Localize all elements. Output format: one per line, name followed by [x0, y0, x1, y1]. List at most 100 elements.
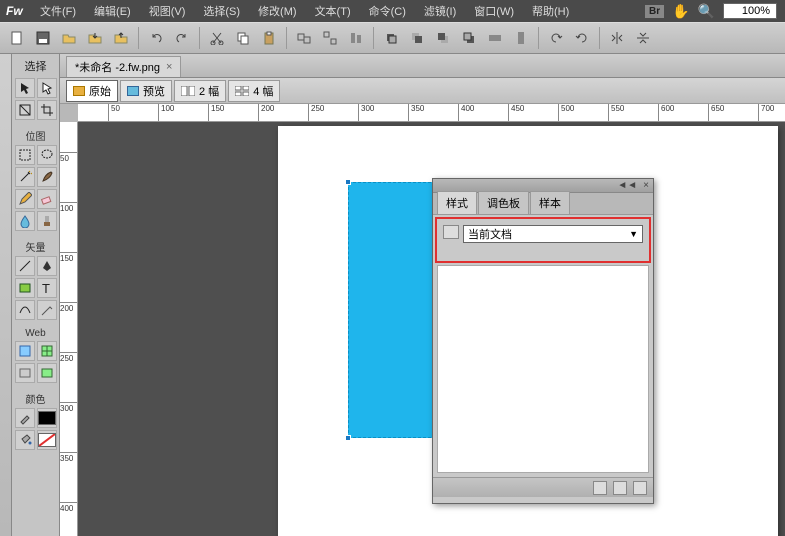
rect-tool[interactable] — [15, 278, 35, 298]
document-icon — [443, 225, 459, 239]
redo-button[interactable] — [171, 27, 193, 49]
main-toolbar — [0, 22, 785, 54]
styles-panel[interactable]: ◄◄ × 样式 调色板 样本 当前文档▼ — [432, 178, 654, 504]
menu-view[interactable]: 视图(V) — [141, 1, 194, 21]
lasso-tool[interactable] — [37, 145, 57, 165]
menu-command[interactable]: 命令(C) — [361, 1, 414, 21]
delete-style-icon[interactable] — [633, 481, 647, 495]
panel-close-icon[interactable]: × — [643, 180, 649, 191]
pencil-tool[interactable] — [15, 189, 35, 209]
wand-tool[interactable] — [15, 167, 35, 187]
panel-tab-styles[interactable]: 样式 — [437, 191, 477, 214]
send-back-button[interactable] — [458, 27, 480, 49]
hand-icon[interactable]: ✋ — [672, 3, 689, 20]
arrange2-button[interactable] — [510, 27, 532, 49]
tools-select-label: 选择 — [25, 56, 47, 78]
slice-tool[interactable] — [37, 341, 57, 361]
flip-v-button[interactable] — [632, 27, 654, 49]
menu-help[interactable]: 帮助(H) — [524, 1, 577, 21]
rotate-right-button[interactable] — [571, 27, 593, 49]
fill-color[interactable] — [37, 430, 57, 450]
ungroup-button[interactable] — [319, 27, 341, 49]
bring-forward-button[interactable] — [406, 27, 428, 49]
panel-highlighted-row: 当前文档▼ — [435, 217, 651, 263]
eyedropper-tool[interactable] — [15, 408, 35, 428]
undo-button[interactable] — [145, 27, 167, 49]
styles-list[interactable] — [437, 265, 649, 473]
panel-collapse-icon[interactable]: ◄◄ — [617, 180, 637, 191]
flip-h-button[interactable] — [606, 27, 628, 49]
new-style-icon[interactable] — [613, 481, 627, 495]
hotspot-tool[interactable] — [15, 341, 35, 361]
tools-web-label: Web — [25, 326, 45, 341]
bucket-tool[interactable] — [15, 430, 35, 450]
zoom-icon[interactable]: 🔍 — [698, 3, 715, 20]
view-preview-button[interactable]: 预览 — [120, 80, 172, 102]
doc-tab[interactable]: *未命名 -2.fw.png × — [66, 56, 181, 77]
panel-tab-swatches[interactable]: 调色板 — [478, 191, 529, 214]
tools-color-label: 颜色 — [26, 389, 46, 408]
save-button[interactable] — [32, 27, 54, 49]
menu-file[interactable]: 文件(F) — [32, 1, 84, 21]
tools-bitmap-label: 位图 — [26, 126, 46, 145]
ruler-horizontal: 5010015020025030035040045050055060065070… — [78, 104, 785, 122]
align-button[interactable] — [345, 27, 367, 49]
crop-tool[interactable] — [37, 100, 57, 120]
close-icon[interactable]: × — [166, 61, 172, 73]
view-4up-button[interactable]: 4 幅 — [228, 80, 280, 102]
doc-tab-title: *未命名 -2.fw.png — [75, 59, 160, 75]
freeform-tool[interactable] — [15, 300, 35, 320]
rotate-left-button[interactable] — [545, 27, 567, 49]
rectangle-shape[interactable] — [348, 182, 436, 438]
menu-text[interactable]: 文本(T) — [307, 1, 359, 21]
zoom-input[interactable]: 100% — [723, 3, 777, 19]
copy-button[interactable] — [232, 27, 254, 49]
view-bar: 原始 预览 2 幅 4 幅 — [60, 78, 785, 104]
app-logo: Fw — [4, 2, 30, 20]
stamp-tool[interactable] — [37, 211, 57, 231]
blur-tool[interactable] — [15, 211, 35, 231]
marquee-tool[interactable] — [15, 145, 35, 165]
line-tool[interactable] — [15, 256, 35, 276]
paste-button[interactable] — [258, 27, 280, 49]
new-button[interactable] — [6, 27, 28, 49]
hide-slice-tool[interactable] — [15, 363, 35, 383]
brush-tool[interactable] — [37, 167, 57, 187]
menubar: Fw 文件(F) 编辑(E) 视图(V) 选择(S) 修改(M) 文本(T) 命… — [0, 0, 785, 22]
menu-select[interactable]: 选择(S) — [195, 1, 248, 21]
svg-text:T: T — [42, 281, 50, 295]
subselect-tool[interactable] — [37, 78, 57, 98]
bring-front-button[interactable] — [380, 27, 402, 49]
cut-button[interactable] — [206, 27, 228, 49]
link-style-icon[interactable] — [593, 481, 607, 495]
menu-window[interactable]: 窗口(W) — [466, 1, 522, 21]
pointer-tool[interactable] — [15, 78, 35, 98]
menu-filter[interactable]: 滤镜(I) — [416, 1, 464, 21]
tools-vector-label: 矢量 — [26, 237, 46, 256]
show-slice-tool[interactable] — [37, 363, 57, 383]
export-button[interactable] — [110, 27, 132, 49]
ruler-vertical: 50100150200250300350400450500 — [60, 122, 78, 536]
dock-rail[interactable] — [0, 54, 12, 536]
panel-tab-samples[interactable]: 样本 — [530, 191, 570, 214]
doc-tabstrip: *未命名 -2.fw.png × — [60, 54, 785, 78]
tools-panel: 选择 位图 矢量 T Web — [12, 54, 60, 536]
panel-footer — [433, 477, 653, 497]
import-button[interactable] — [84, 27, 106, 49]
view-2up-button[interactable]: 2 幅 — [174, 80, 226, 102]
view-original-button[interactable]: 原始 — [66, 80, 118, 102]
styles-source-select[interactable]: 当前文档▼ — [463, 225, 643, 243]
group-button[interactable] — [293, 27, 315, 49]
send-backward-button[interactable] — [432, 27, 454, 49]
text-tool[interactable]: T — [37, 278, 57, 298]
open-button[interactable] — [58, 27, 80, 49]
pen-tool[interactable] — [37, 256, 57, 276]
menu-edit[interactable]: 编辑(E) — [86, 1, 139, 21]
scale-tool[interactable] — [15, 100, 35, 120]
knife-tool[interactable] — [37, 300, 57, 320]
menu-modify[interactable]: 修改(M) — [250, 1, 305, 21]
stroke-color[interactable] — [37, 408, 57, 428]
eraser-tool[interactable] — [37, 189, 57, 209]
bridge-badge[interactable]: Br — [645, 5, 664, 18]
arrange1-button[interactable] — [484, 27, 506, 49]
